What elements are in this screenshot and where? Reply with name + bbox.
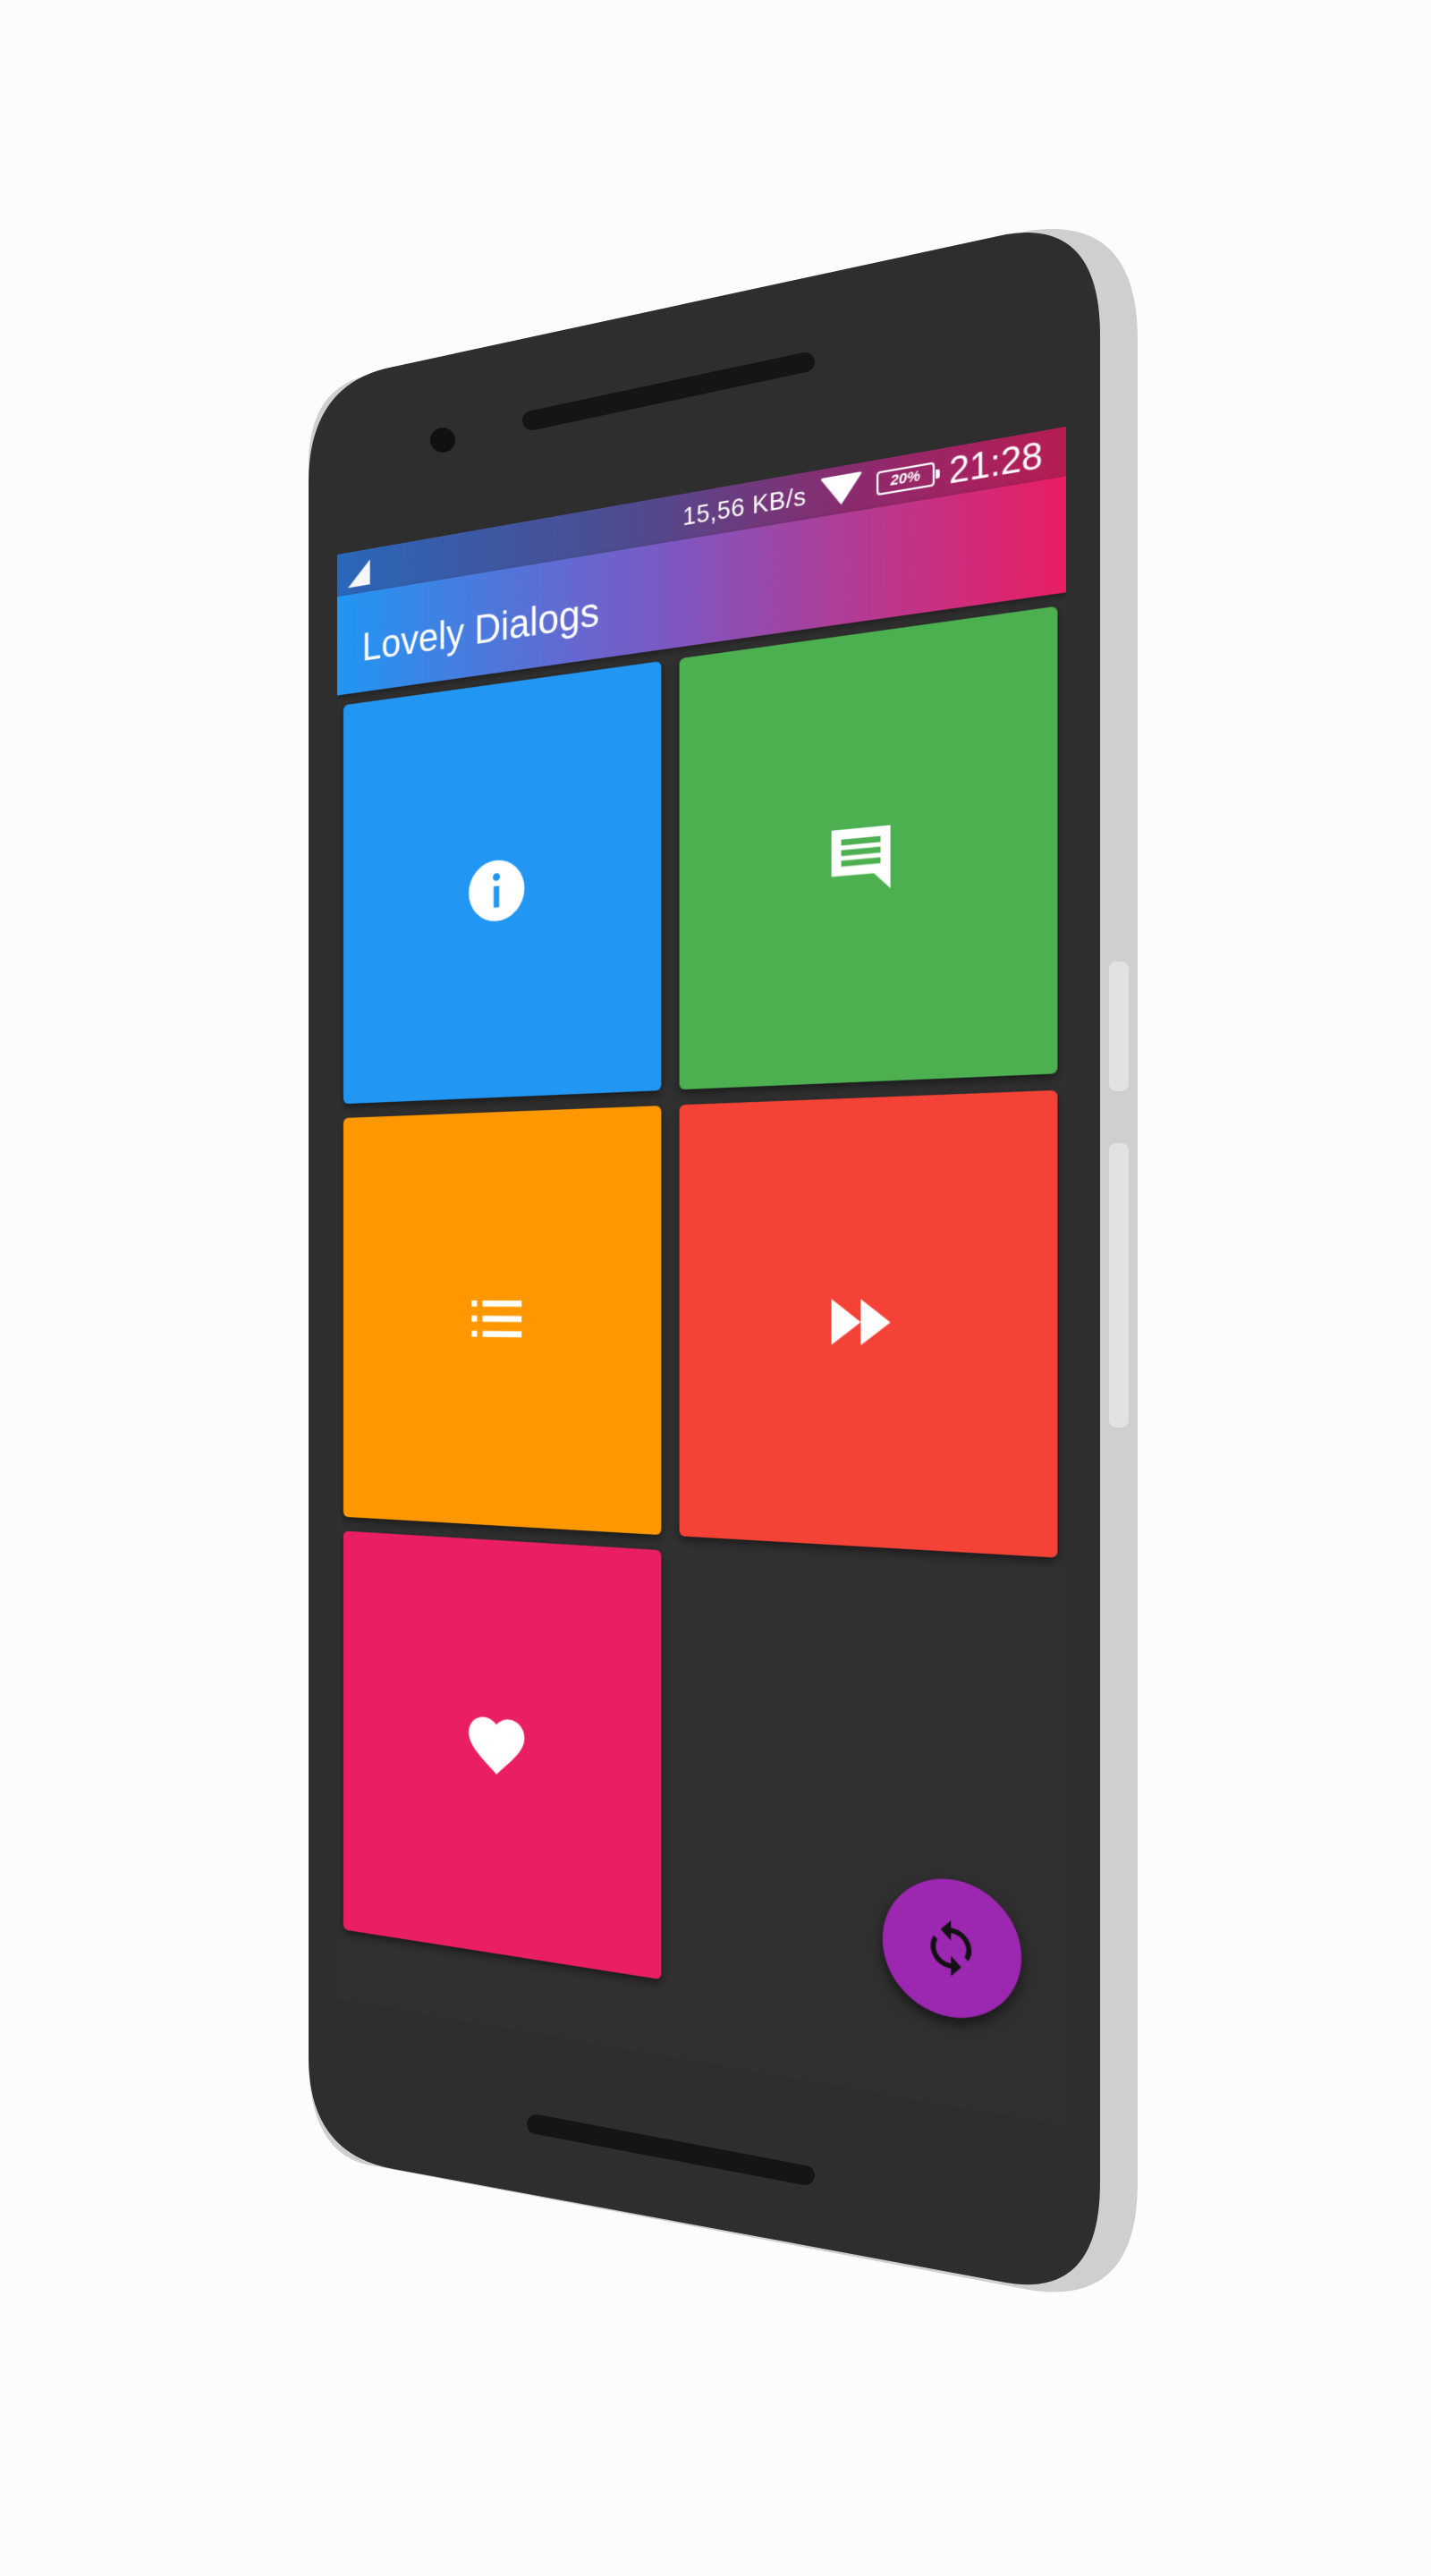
cell-signal-icon [348,559,370,589]
info-icon [469,857,525,924]
message-icon [831,825,891,894]
custom-dialog-tile[interactable] [343,1530,662,1980]
phone-screen: 15,56 KB/s 20% 21:28 Lovely Dialogs [337,427,1066,2126]
wifi-icon [819,470,863,509]
power-button [1109,1143,1129,1428]
refresh-fab-button[interactable] [882,1870,1022,2029]
progress-dialog-tile[interactable] [679,1089,1058,1558]
choice-dialog-tile[interactable] [343,1106,662,1536]
front-camera [430,428,455,453]
device-mockup: 15,56 KB/s 20% 21:28 Lovely Dialogs [0,0,1431,2576]
battery-icon: 20% [876,462,935,496]
list-icon [471,1300,522,1338]
standard-dialog-tile[interactable] [679,606,1058,1090]
battery-level: 20% [890,467,921,490]
fast-forward-icon [831,1299,891,1346]
heart-icon [469,1715,525,1778]
page-title: Lovely Dialogs [361,589,599,670]
info-dialog-tile[interactable] [343,661,662,1105]
volume-button [1109,962,1129,1091]
refresh-icon [930,1917,972,1979]
